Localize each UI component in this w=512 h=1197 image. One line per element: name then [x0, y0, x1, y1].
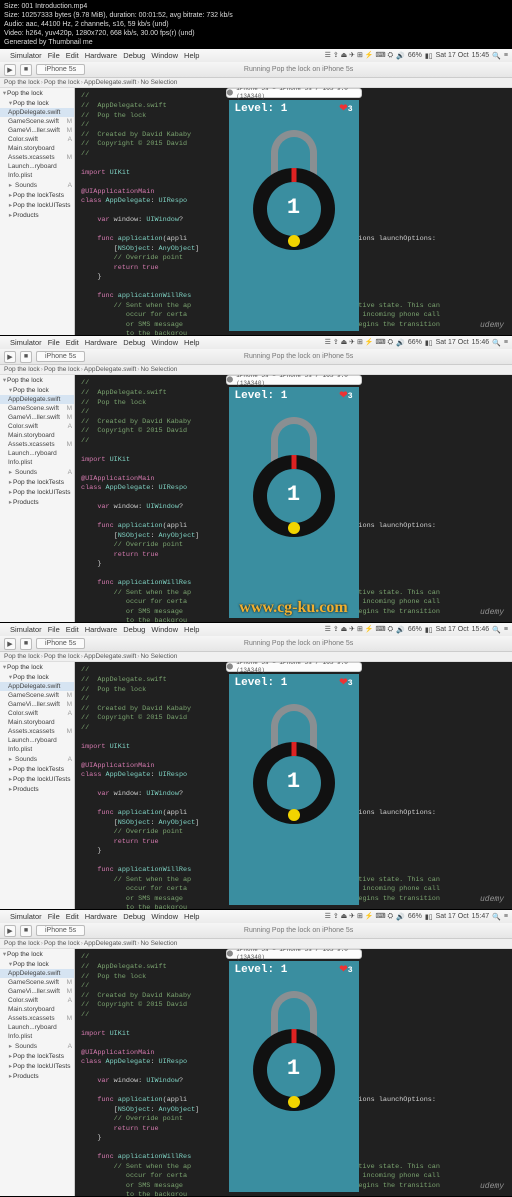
game-level-label: Level: 1	[235, 389, 288, 404]
menubar-status: ☰ ⇪ ⏏ ✈ ⊞ ⚡ ⌨ ⛭ 🔊 66% ▮▯ Sat 17 Oct 15:4…	[325, 338, 508, 347]
menu-debug[interactable]: Debug	[123, 51, 145, 60]
breadcrumb-item[interactable]: AppDelegate.swift	[84, 79, 136, 86]
menubar-date: Sat 17 Oct	[436, 52, 469, 59]
cgku-watermark: www.cg-ku.com	[239, 597, 347, 619]
sidebar-file[interactable]: Info.plist	[0, 171, 74, 180]
sidebar-file[interactable]: GameVi...ller.swiftM	[0, 126, 74, 135]
code-editor[interactable]: ⬤iPhone 5s – iPhone 5s / iOS 9.0 (13A340…	[75, 375, 512, 622]
dial-ball	[288, 235, 300, 247]
simulator-titlebar: ⬤iPhone 5s – iPhone 5s / iOS 9.0 (13A340…	[226, 375, 362, 385]
simulator-titlebar: ⬤iPhone 5s – iPhone 5s / iOS 9.0 (13A340…	[226, 88, 362, 98]
screenshot-panel-1: Simulator File Edit Hardware Debug Windo…	[0, 49, 512, 336]
lives-indicator: ❤3	[339, 103, 352, 117]
sidebar-group[interactable]: ▸Pop the lockUITests	[0, 200, 74, 210]
lives-indicator: ❤3	[339, 390, 352, 404]
sidebar-file-selected[interactable]: AppDelegate.swift	[0, 108, 74, 117]
stop-button[interactable]: ■	[20, 64, 32, 76]
sidebar-group[interactable]: ▸Products	[0, 210, 74, 220]
breadcrumb-item: No Selection	[140, 79, 177, 86]
macos-menubar: SimulatorFileEditHardwareDebugWindowHelp…	[0, 623, 512, 636]
battery-icon: ▮▯	[425, 52, 433, 60]
menubar-time: 15:46	[472, 339, 490, 346]
breadcrumb: Pop the lock› Pop the lock› AppDelegate.…	[0, 78, 512, 88]
battery-pct: 66%	[408, 52, 422, 59]
breadcrumb-item[interactable]: Pop the lock	[4, 79, 40, 86]
menu-window[interactable]: Window	[151, 51, 178, 60]
sidebar-file[interactable]: Launch...ryboard	[0, 162, 74, 171]
project-navigator[interactable]: ▾Pop the lock ▾Pop the lock AppDelegate.…	[0, 88, 75, 335]
scheme-device[interactable]: iPhone 5s	[36, 64, 85, 75]
code-editor[interactable]: ⬤iPhone 5s – iPhone 5s / iOS 9.0 (13A340…	[75, 88, 512, 335]
screenshot-panel-2: Simulator File Edit Hardware Debug Windo…	[0, 336, 512, 623]
scheme-device[interactable]: iPhone 5s	[36, 351, 85, 362]
build-status: Running Pop the lock on iPhone 5s	[89, 66, 508, 73]
xcode-toolbar: ▶ ■ iPhone 5s Running Pop the lock on iP…	[0, 349, 512, 365]
menu-file[interactable]: File	[48, 51, 60, 60]
menu-edit[interactable]: Edit	[66, 338, 79, 347]
game-lock[interactable]: 1	[229, 120, 359, 332]
run-button[interactable]: ▶	[4, 64, 16, 76]
simulator-window[interactable]: Level: 1 ❤3 1	[229, 387, 359, 618]
volume-icon[interactable]: 🔊	[396, 52, 405, 60]
stop-button[interactable]: ■	[20, 351, 32, 363]
spotlight-icon[interactable]: 🔍	[492, 52, 501, 60]
menu-edit[interactable]: Edit	[66, 51, 79, 60]
udemy-watermark: udemy	[480, 607, 504, 618]
simulator-window[interactable]: Level: 1 ❤3 1	[229, 100, 359, 331]
menu-window[interactable]: Window	[151, 338, 178, 347]
project-navigator[interactable]: ▾Pop the lock ▾Pop the lock AppDelegate.…	[0, 375, 75, 622]
menu-help[interactable]: Help	[184, 51, 199, 60]
sidebar-folder[interactable]: ▸SoundsA	[0, 180, 74, 190]
menu-debug[interactable]: Debug	[123, 338, 145, 347]
notification-icon[interactable]: ≡	[504, 52, 508, 59]
menubar-status: ☰ ⇪ ⏏ ✈ ⊞ ⚡ ⌨ ⛭ 🔊 66% ▮▯ Sat 17 Oct 15:4…	[325, 51, 508, 60]
screenshot-panel-3: SimulatorFileEditHardwareDebugWindowHelp…	[0, 623, 512, 910]
sidebar-group[interactable]: ▸Pop the lockTests	[0, 190, 74, 200]
lock-dial[interactable]: 1	[253, 168, 335, 250]
screenshot-panel-4: SimulatorFileEditHardwareDebugWindowHelp…	[0, 910, 512, 1197]
menu-simulator[interactable]: Simulator	[10, 51, 42, 60]
menu-file[interactable]: File	[48, 338, 60, 347]
dial-target-marker	[291, 168, 296, 182]
macos-menubar: Simulator File Edit Hardware Debug Windo…	[0, 49, 512, 62]
run-button[interactable]: ▶	[4, 351, 16, 363]
sidebar-root[interactable]: ▾Pop the lock	[0, 88, 74, 98]
macos-menubar: Simulator File Edit Hardware Debug Windo…	[0, 336, 512, 349]
breadcrumb: Pop the lock› Pop the lock› AppDelegate.…	[0, 365, 512, 375]
menu-hardware[interactable]: Hardware	[85, 51, 118, 60]
menu-hardware[interactable]: Hardware	[85, 338, 118, 347]
udemy-watermark: udemy	[480, 320, 504, 331]
sidebar-file[interactable]: Main.storyboard	[0, 144, 74, 153]
menubar-time: 15:45	[472, 52, 490, 59]
video-metadata-header: Size: 001 Introduction.mp4 Size: 1025733…	[0, 0, 512, 49]
build-status: Running Pop the lock on iPhone 5s	[89, 353, 508, 360]
game-level-label: Level: 1	[235, 102, 288, 117]
menu-simulator[interactable]: Simulator	[10, 338, 42, 347]
status-icons: ☰ ⇪ ⏏ ✈ ⊞ ⚡ ⌨ ⛭	[325, 51, 394, 60]
sidebar-file[interactable]: GameScene.swiftM	[0, 117, 74, 126]
menu-help[interactable]: Help	[184, 338, 199, 347]
breadcrumb-item[interactable]: Pop the lock	[44, 79, 80, 86]
xcode-toolbar: ▶ ■ iPhone 5s Running Pop the lock on iP…	[0, 62, 512, 78]
dial-number: 1	[267, 182, 321, 236]
sidebar-file[interactable]: Assets.xcassetsM	[0, 153, 74, 162]
sidebar-group[interactable]: ▾Pop the lock	[0, 98, 74, 108]
sidebar-file[interactable]: Color.swiftA	[0, 135, 74, 144]
